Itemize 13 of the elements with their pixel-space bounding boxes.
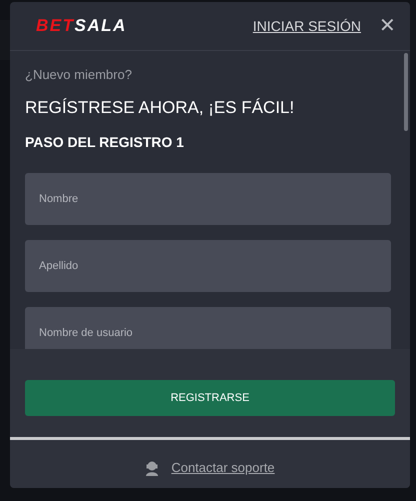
login-link[interactable]: INICIAR SESIÓN	[252, 16, 361, 36]
subtitle-text: ¿Nuevo miembro?	[25, 66, 133, 84]
support-agent-icon	[145, 460, 160, 476]
input-field[interactable]: Apellido	[25, 240, 391, 292]
scrollbar-thumb[interactable]	[404, 53, 408, 131]
step-label: PASO DEL REGISTRO 1	[25, 133, 185, 152]
register-button[interactable]: REGISTRARSE	[25, 380, 395, 416]
input-field[interactable]: Nombre de usuario	[25, 307, 391, 349]
support-link[interactable]: Contactar soporte	[171, 458, 275, 478]
input-field[interactable]: Nombre	[25, 173, 391, 225]
close-button[interactable]: ✕	[379, 16, 396, 36]
brand-logo: BETSALA	[36, 15, 127, 38]
form-title: REGÍSTRESE AHORA, ¡ES FÁCIL!	[25, 96, 296, 118]
